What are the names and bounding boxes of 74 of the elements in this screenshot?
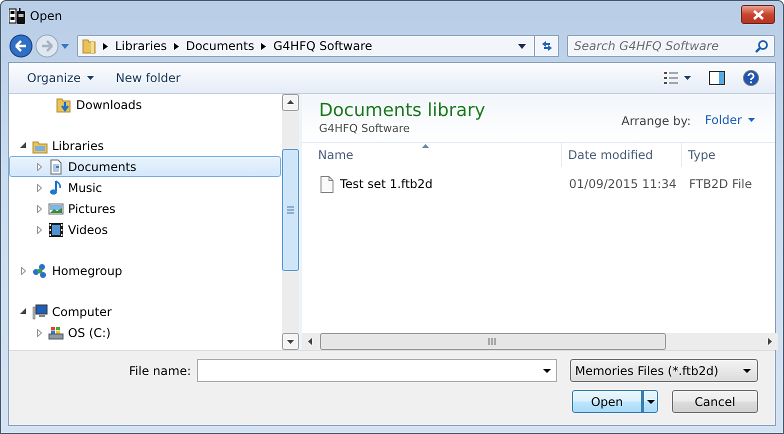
file-name-field[interactable] <box>197 359 557 382</box>
split-dropdown-button[interactable] <box>642 390 658 413</box>
back-button[interactable] <box>9 34 33 58</box>
date-modified: 01/09/2015 11:34 <box>568 177 678 191</box>
drive-icon <box>48 324 64 340</box>
collapsed-arrow-icon[interactable] <box>20 266 26 274</box>
file-icon <box>320 176 334 192</box>
caret-icon <box>743 368 751 372</box>
tree-item[interactable]: Documents <box>9 156 281 177</box>
tree-item[interactable]: Downloads <box>9 94 281 115</box>
music-note-icon <box>48 180 64 196</box>
recent-pages-caret-icon[interactable] <box>61 44 69 48</box>
chevron-icon[interactable] <box>103 42 108 50</box>
tree-item[interactable]: Libraries <box>9 135 281 156</box>
tree-item[interactable]: Pictures <box>9 198 281 219</box>
library-title: Documents library <box>319 100 486 122</box>
vertical-scrollbar[interactable] <box>282 94 299 350</box>
file-type-dropdown[interactable]: Memories Files (*.ftb2d) <box>570 359 758 382</box>
tree-item[interactable]: Computer <box>9 301 281 322</box>
picture-icon <box>48 200 64 216</box>
dropdown-caret-icon[interactable] <box>543 368 551 372</box>
refresh-button[interactable] <box>535 35 559 57</box>
collapsed-arrow-icon[interactable] <box>36 328 42 336</box>
caret-icon <box>748 118 755 122</box>
collapsed-arrow-icon[interactable] <box>36 162 42 170</box>
close-icon <box>752 10 764 20</box>
film-icon <box>48 222 64 238</box>
downloads-folder-icon <box>56 96 72 112</box>
address-bar[interactable]: Libraries Documents G4HFQ Software <box>77 35 535 57</box>
open-button[interactable]: Open <box>572 390 642 413</box>
file-type: FTB2D File <box>688 177 754 191</box>
search-field[interactable]: Search G4HFQ Software <box>567 35 775 57</box>
folder-icon <box>82 38 96 54</box>
column-header[interactable]: Name <box>302 143 562 167</box>
cancel-button[interactable]: Cancel <box>672 390 758 413</box>
toolbar-button[interactable]: New folder <box>108 66 189 90</box>
preview-pane-icon <box>709 71 725 85</box>
tree-item[interactable]: Homegroup <box>9 260 281 281</box>
document-icon <box>48 158 64 174</box>
computer-icon <box>32 304 48 320</box>
arrange-by-dropdown[interactable]: Folder <box>704 110 763 130</box>
file-name-label: File name: <box>129 364 191 378</box>
column-header[interactable]: Type <box>682 143 775 167</box>
caret-icon <box>86 76 94 80</box>
collapsed-arrow-icon[interactable] <box>36 226 42 234</box>
library-subtitle: G4HFQ Software <box>319 122 411 135</box>
chevron-icon[interactable] <box>261 42 266 50</box>
file-name[interactable]: Test set 1.ftb2d <box>340 177 433 191</box>
search-icon <box>755 40 768 52</box>
caret-icon <box>646 400 654 404</box>
window-title: Open <box>30 8 62 22</box>
app-icon <box>9 8 25 24</box>
organize-menu-button[interactable]: Organize <box>19 66 102 90</box>
caret-icon <box>684 76 691 80</box>
tree-item[interactable]: Videos <box>9 219 281 240</box>
expanded-arrow-icon[interactable] <box>20 142 26 149</box>
tree-item[interactable]: Music <box>9 177 281 198</box>
list-view-icon <box>664 72 678 84</box>
arrange-by-label: Arrange by: <box>621 114 691 128</box>
chevron-icon[interactable] <box>174 42 179 50</box>
breadcrumb[interactable]: G4HFQ Software <box>273 39 372 53</box>
homegroup-icon <box>32 262 48 278</box>
dropdown-caret-icon[interactable] <box>518 44 526 48</box>
breadcrumb[interactable]: Documents <box>186 39 254 53</box>
close-button[interactable] <box>741 5 775 24</box>
refresh-icon <box>540 39 554 53</box>
help-icon <box>743 70 759 86</box>
expanded-arrow-icon[interactable] <box>20 308 26 315</box>
collapsed-arrow-icon[interactable] <box>36 204 42 212</box>
breadcrumb[interactable]: Libraries <box>115 39 167 53</box>
column-header[interactable]: Date modified <box>562 143 682 167</box>
tree-item[interactable]: OS (C:) <box>9 322 281 343</box>
collapsed-arrow-icon[interactable] <box>36 184 42 192</box>
horizontal-scrollbar[interactable] <box>302 333 778 350</box>
